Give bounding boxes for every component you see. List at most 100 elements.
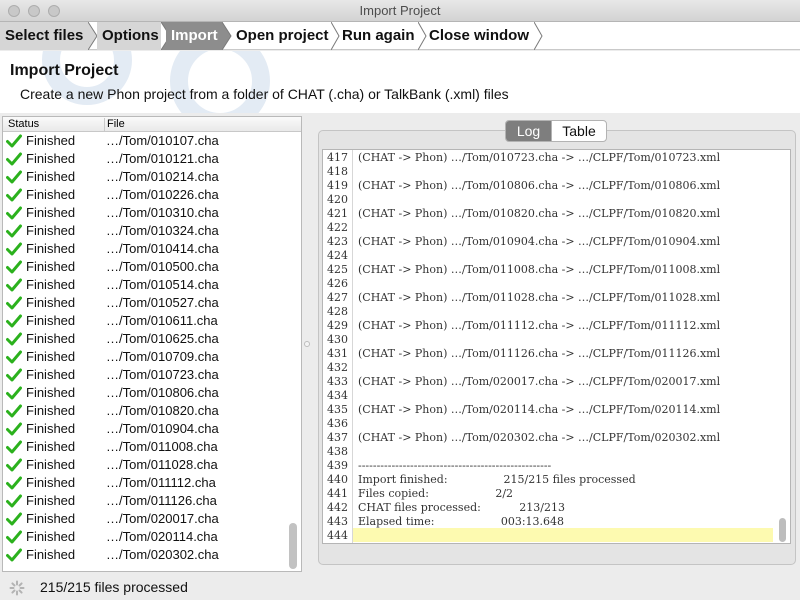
row-status: Finished — [26, 133, 76, 148]
checkmark-icon — [6, 170, 22, 184]
log-line: 426 — [323, 277, 778, 291]
table-row[interactable]: Finished …/Tom/010414.cha — [3, 240, 287, 258]
table-row[interactable]: Finished …/Tom/011028.cha — [3, 456, 287, 474]
table-row[interactable]: Finished …/Tom/010107.cha — [3, 132, 287, 150]
log-line: 439 -------------------------------------… — [323, 459, 778, 473]
log-line: 434 — [323, 389, 778, 403]
checkmark-icon — [6, 548, 22, 562]
table-row[interactable]: Finished …/Tom/010904.cha — [3, 420, 287, 438]
row-status: Finished — [26, 223, 76, 238]
step-options[interactable]: Options — [97, 22, 161, 50]
row-file: …/Tom/010820.cha — [106, 403, 219, 418]
zoom-window-icon[interactable] — [48, 5, 60, 17]
checkmark-icon — [6, 422, 22, 436]
table-row[interactable]: Finished …/Tom/010527.cha — [3, 294, 287, 312]
log-line: 438 — [323, 445, 778, 459]
table-row[interactable]: Finished …/Tom/010310.cha — [3, 204, 287, 222]
table-row[interactable]: Finished …/Tom/010324.cha — [3, 222, 287, 240]
tab-log[interactable]: Log — [506, 121, 551, 141]
row-file: …/Tom/010121.cha — [106, 151, 219, 166]
line-number: 428 — [327, 305, 348, 318]
step-close-window[interactable]: Close window — [424, 22, 536, 50]
page-description: Create a new Phon project from a folder … — [20, 86, 509, 102]
line-number: 433 — [327, 375, 348, 388]
checkmark-icon — [6, 458, 22, 472]
log-text: (CHAT -> Phon) …/Tom/011008.cha -> …/CLP… — [358, 263, 721, 276]
line-number: 442 — [327, 501, 348, 514]
table-scrollbar[interactable] — [289, 523, 297, 569]
row-file: …/Tom/011008.cha — [106, 439, 218, 454]
row-status: Finished — [26, 421, 76, 436]
table-row[interactable]: Finished …/Tom/010214.cha — [3, 168, 287, 186]
step-run-again[interactable]: Run again — [337, 22, 423, 50]
log-line: 422 — [323, 221, 778, 235]
log-line: 435 (CHAT -> Phon) …/Tom/020114.cha -> …/… — [323, 403, 778, 417]
tab-table[interactable]: Table — [551, 121, 606, 141]
table-row[interactable]: Finished …/Tom/010226.cha — [3, 186, 287, 204]
line-number: 429 — [327, 319, 348, 332]
line-number: 418 — [327, 165, 348, 178]
row-status: Finished — [26, 529, 76, 544]
table-row[interactable]: Finished …/Tom/010709.cha — [3, 348, 287, 366]
line-number: 419 — [327, 179, 348, 192]
row-file: …/Tom/010723.cha — [106, 367, 219, 382]
split-pane-handle[interactable] — [304, 341, 310, 347]
minimize-window-icon[interactable] — [28, 5, 40, 17]
table-row[interactable]: Finished …/Tom/011008.cha — [3, 438, 287, 456]
line-number: 420 — [327, 193, 348, 206]
close-window-icon[interactable] — [8, 5, 20, 17]
row-file: …/Tom/010107.cha — [106, 133, 219, 148]
line-number: 437 — [327, 431, 348, 444]
checkmark-icon — [6, 134, 22, 148]
checkmark-icon — [6, 476, 22, 490]
step-chevron-icon — [534, 22, 543, 50]
table-body: Finished …/Tom/010107.cha Finished …/Tom/01… — [3, 132, 287, 571]
table-row[interactable]: Finished …/Tom/010121.cha — [3, 150, 287, 168]
window-title: Import Project — [359, 3, 441, 18]
line-number: 422 — [327, 221, 348, 234]
table-row[interactable]: Finished …/Tom/010820.cha — [3, 402, 287, 420]
row-file: …/Tom/010310.cha — [106, 205, 219, 220]
line-number: 430 — [327, 333, 348, 346]
row-status: Finished — [26, 277, 76, 292]
step-label: Select files — [5, 27, 84, 44]
step-import[interactable]: Import — [166, 22, 222, 50]
row-status: Finished — [26, 331, 76, 346]
table-row[interactable]: Finished …/Tom/010625.cha — [3, 330, 287, 348]
log-line: 442 CHAT files processed: 213/213 — [323, 501, 778, 515]
log-text: (CHAT -> Phon) …/Tom/010806.cha -> …/CLP… — [358, 179, 721, 192]
table-row[interactable]: Finished …/Tom/011126.cha — [3, 492, 287, 510]
step-select-files[interactable]: Select files — [0, 22, 88, 50]
table-row[interactable]: Finished …/Tom/010806.cha — [3, 384, 287, 402]
table-row[interactable]: Finished …/Tom/020114.cha — [3, 528, 287, 546]
table-row[interactable]: Finished …/Tom/010500.cha — [3, 258, 287, 276]
log-text: (CHAT -> Phon) …/Tom/010820.cha -> …/CLP… — [358, 207, 721, 220]
line-number: 436 — [327, 417, 348, 430]
row-file: …/Tom/010414.cha — [106, 241, 219, 256]
table-row[interactable]: Finished …/Tom/020302.cha — [3, 546, 287, 564]
table-row[interactable]: Finished …/Tom/011112.cha — [3, 474, 287, 492]
table-row[interactable]: Finished …/Tom/010514.cha — [3, 276, 287, 294]
line-number: 443 — [327, 515, 348, 528]
line-number: 434 — [327, 389, 348, 402]
log-text: ----------------------------------------… — [358, 459, 552, 472]
log-text: Elapsed time: 003:13.648 — [358, 515, 565, 528]
column-header-status[interactable]: Status — [8, 118, 39, 130]
log-output[interactable]: 417 (CHAT -> Phon) …/Tom/010723.cha -> …/… — [322, 149, 791, 544]
column-header-file[interactable]: File — [107, 118, 125, 130]
step-open-project[interactable]: Open project — [231, 22, 333, 50]
log-line: 437 (CHAT -> Phon) …/Tom/020302.cha -> …/… — [323, 431, 778, 445]
checkmark-icon — [6, 188, 22, 202]
row-status: Finished — [26, 403, 76, 418]
log-text: (CHAT -> Phon) …/Tom/020017.cha -> …/CLP… — [358, 375, 721, 388]
row-file: …/Tom/011112.cha — [106, 475, 216, 490]
log-scrollbar[interactable] — [779, 518, 786, 542]
table-row[interactable]: Finished …/Tom/020017.cha — [3, 510, 287, 528]
table-row[interactable]: Finished …/Tom/010723.cha — [3, 366, 287, 384]
files-table: Status File Finished …/Tom/010107.cha Fini… — [2, 116, 302, 572]
log-line: 429 (CHAT -> Phon) …/Tom/011112.cha -> …/… — [323, 319, 778, 333]
row-file: …/Tom/010709.cha — [106, 349, 219, 364]
checkmark-icon — [6, 242, 22, 256]
row-file: …/Tom/010500.cha — [106, 259, 219, 274]
table-row[interactable]: Finished …/Tom/010611.cha — [3, 312, 287, 330]
